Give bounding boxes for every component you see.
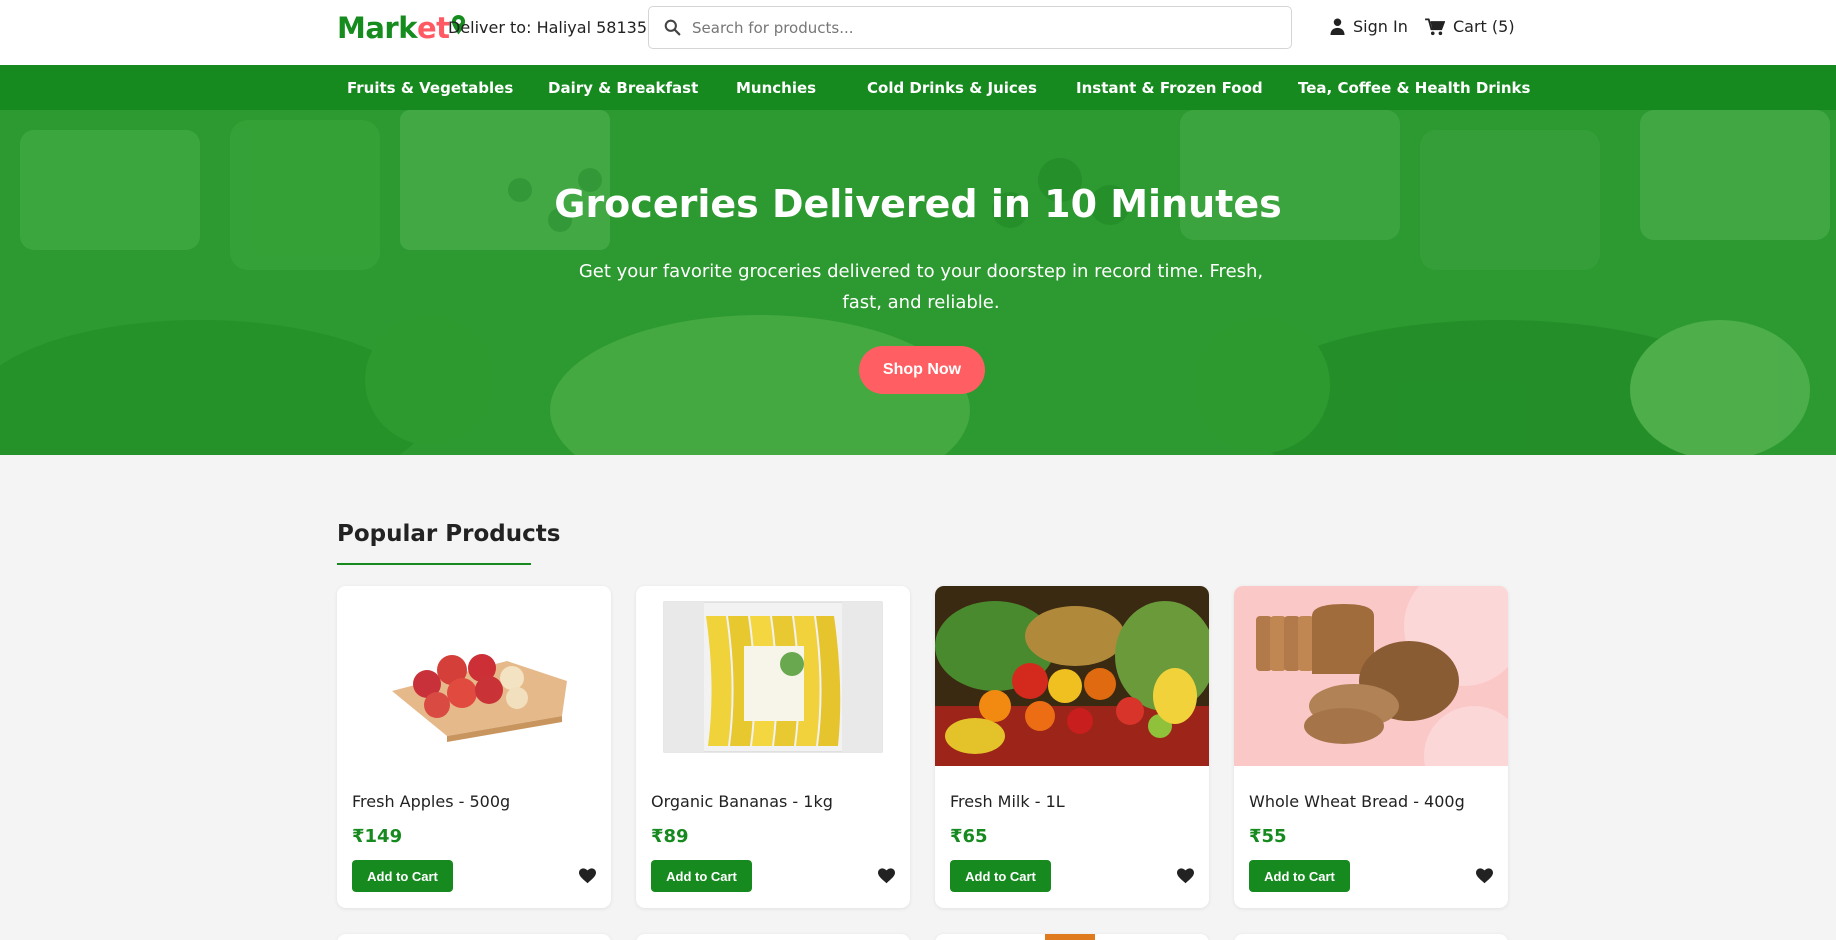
- product-card[interactable]: [1234, 934, 1508, 940]
- cart-label: Cart (5): [1453, 17, 1515, 36]
- product-card[interactable]: [636, 934, 910, 940]
- search-icon: [664, 19, 681, 36]
- product-name[interactable]: Fresh Milk - 1L: [950, 792, 1065, 811]
- product-price: ₹89: [651, 826, 689, 847]
- product-name[interactable]: Whole Wheat Bread - 400g: [1249, 792, 1465, 811]
- delivery-location[interactable]: Deliver to: Haliyal 581356: [448, 18, 657, 37]
- product-image-bananas: [636, 586, 910, 766]
- shop-now-button[interactable]: Shop Now: [859, 346, 985, 394]
- cart-icon: [1425, 17, 1445, 35]
- search-bar[interactable]: [648, 6, 1292, 49]
- heart-icon[interactable]: [1476, 868, 1493, 884]
- product-card[interactable]: Organic Bananas - 1kg ₹89 Add to Cart: [636, 586, 910, 908]
- category-dairy-breakfast[interactable]: Dairy & Breakfast: [548, 79, 698, 97]
- product-image-fruits: [935, 586, 1209, 766]
- product-card[interactable]: [337, 934, 611, 940]
- category-munchies[interactable]: Munchies: [736, 79, 816, 97]
- product-card[interactable]: Whole Wheat Bread - 400g ₹55 Add to Cart: [1234, 586, 1508, 908]
- product-price: ₹55: [1249, 826, 1287, 847]
- add-to-cart-button[interactable]: Add to Cart: [651, 860, 752, 892]
- user-icon: [1330, 18, 1345, 35]
- heart-icon[interactable]: [878, 868, 895, 884]
- product-name[interactable]: Fresh Apples - 500g: [352, 792, 510, 811]
- hero-subtitle: Get your favorite groceries delivered to…: [578, 261, 1264, 313]
- product-name[interactable]: Organic Bananas - 1kg: [651, 792, 833, 811]
- product-card[interactable]: Fresh Milk - 1L ₹65 Add to Cart: [935, 586, 1209, 908]
- hero-banner: Groceries Delivered in 10 Minutes Get yo…: [0, 110, 1836, 455]
- add-to-cart-button[interactable]: Add to Cart: [950, 860, 1051, 892]
- add-to-cart-button[interactable]: Add to Cart: [1249, 860, 1350, 892]
- product-image-apples: [337, 586, 611, 766]
- sign-in-button[interactable]: Sign In: [1330, 17, 1408, 36]
- section-title: Popular Products: [337, 521, 561, 547]
- product-price: ₹65: [950, 826, 988, 847]
- category-instant-frozen-food[interactable]: Instant & Frozen Food: [1076, 79, 1263, 97]
- product-card[interactable]: Fresh Apples - 500g ₹149 Add to Cart: [337, 586, 611, 908]
- heart-icon[interactable]: [579, 868, 596, 884]
- product-image-partial: [1045, 934, 1095, 940]
- product-image-bread: [1234, 586, 1508, 766]
- logo[interactable]: Mark et: [337, 11, 466, 45]
- heart-icon[interactable]: [1177, 868, 1194, 884]
- section-underline: [337, 563, 531, 565]
- category-fruits-vegetables[interactable]: Fruits & Vegetables: [347, 79, 513, 97]
- top-header: Market Deliver to: Haliyal 581356 Sign I…: [0, 0, 1836, 65]
- category-nav: Fruits & Vegetables Dairy & Breakfast Mu…: [0, 65, 1836, 110]
- add-to-cart-button[interactable]: Add to Cart: [352, 860, 453, 892]
- product-price: ₹149: [352, 826, 403, 847]
- hero-title: Groceries Delivered in 10 Minutes: [554, 182, 1282, 226]
- search-input[interactable]: [692, 18, 1282, 37]
- category-tea-coffee-health[interactable]: Tea, Coffee & Health Drinks: [1298, 79, 1530, 97]
- category-cold-drinks-juices[interactable]: Cold Drinks & Juices: [867, 79, 1037, 97]
- sign-in-label: Sign In: [1353, 17, 1408, 36]
- logo-text-primary: Mark: [337, 11, 418, 45]
- cart-button[interactable]: Cart (5): [1425, 17, 1515, 36]
- logo-text-accent: et: [417, 11, 450, 45]
- product-card[interactable]: [935, 934, 1209, 940]
